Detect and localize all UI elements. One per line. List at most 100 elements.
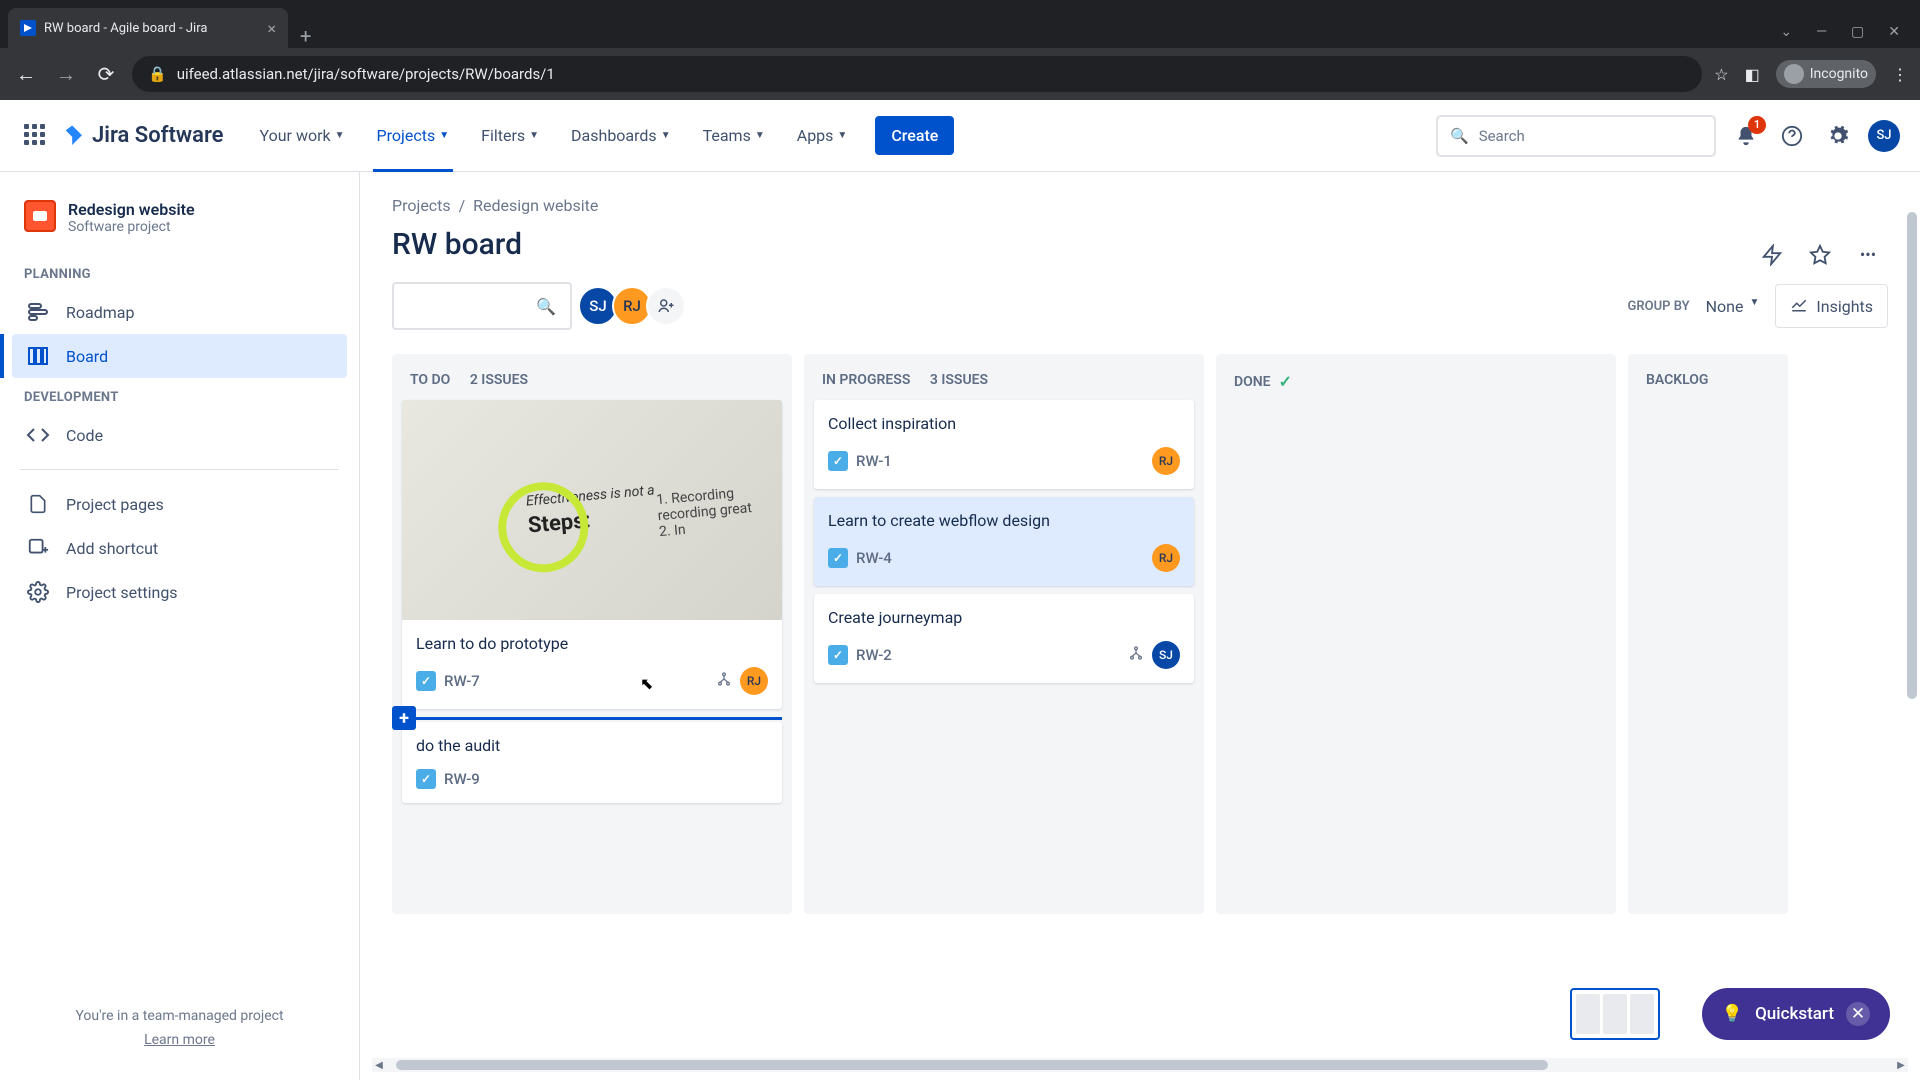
- roadmap-icon: [26, 300, 50, 324]
- card-rw-1[interactable]: Collect inspiration RW-1 RJ: [814, 400, 1194, 489]
- browser-menu-icon[interactable]: ⋮: [1892, 65, 1908, 84]
- sidebar-item-project-pages[interactable]: Project pages: [12, 482, 347, 526]
- chevron-down-icon: ▼: [661, 130, 671, 141]
- group-by-select[interactable]: None▼: [1706, 297, 1760, 316]
- add-member-button[interactable]: [646, 286, 686, 326]
- window-controls: ⌄ ― ▢ ✕: [1780, 24, 1920, 48]
- forward-icon: →: [52, 62, 80, 87]
- search-input[interactable]: 🔍 Search: [1436, 115, 1716, 157]
- drop-indicator[interactable]: [402, 717, 782, 720]
- column-backlog[interactable]: BACKLOG: [1628, 354, 1788, 914]
- assignee-avatar[interactable]: SJ: [1152, 641, 1180, 669]
- card-title: Create journeymap: [828, 608, 1180, 627]
- close-icon[interactable]: ✕: [1846, 1002, 1870, 1026]
- sidebar-item-roadmap[interactable]: Roadmap: [12, 290, 347, 334]
- bookmark-icon[interactable]: ☆: [1714, 65, 1728, 84]
- assignee-avatar[interactable]: RJ: [740, 667, 768, 695]
- notifications-icon[interactable]: 1: [1730, 120, 1762, 152]
- chevron-down-icon: ▼: [439, 130, 449, 141]
- vertical-scrollbar[interactable]: [1904, 172, 1920, 1058]
- column-header: BACKLOG: [1638, 368, 1778, 400]
- assignee-avatar[interactable]: RJ: [1152, 544, 1180, 572]
- back-icon[interactable]: ←: [12, 62, 40, 87]
- column-header: IN PROGRESS 3 ISSUES: [814, 368, 1194, 400]
- browser-tab[interactable]: RW board - Agile board - Jira ×: [8, 8, 288, 48]
- help-icon[interactable]: [1776, 120, 1808, 152]
- user-avatar[interactable]: SJ: [1868, 120, 1900, 152]
- card-rw-9[interactable]: do the audit RW-9: [402, 722, 782, 803]
- chevron-down-icon: ▼: [529, 130, 539, 141]
- code-icon: [26, 423, 50, 447]
- chart-icon: [1790, 295, 1808, 317]
- browser-tab-strip: RW board - Agile board - Jira × + ⌄ ― ▢ …: [0, 0, 1920, 48]
- column-todo[interactable]: TO DO 2 ISSUES Effectiveness is not a St…: [392, 354, 792, 914]
- breadcrumb-project[interactable]: Redesign website: [473, 196, 598, 215]
- maximize-icon[interactable]: ▢: [1851, 24, 1864, 40]
- sidebar-item-project-settings[interactable]: Project settings: [12, 570, 347, 614]
- project-name: Redesign website: [68, 200, 195, 219]
- sidebar-footer: You're in a team-managed project Learn m…: [12, 988, 347, 1068]
- nav-your-work[interactable]: Your work▼: [248, 100, 357, 172]
- create-button[interactable]: Create: [875, 116, 954, 155]
- nav-teams[interactable]: Teams▼: [691, 100, 777, 172]
- board-search-input[interactable]: 🔍: [392, 282, 572, 330]
- card-title: do the audit: [416, 736, 768, 755]
- insights-button[interactable]: Insights: [1775, 284, 1888, 328]
- learn-more-link[interactable]: Learn more: [32, 1032, 327, 1048]
- extensions-icon[interactable]: ◧: [1745, 65, 1760, 84]
- new-tab-button[interactable]: +: [288, 24, 323, 48]
- gear-icon: [26, 580, 50, 604]
- child-issues-icon: [1128, 645, 1144, 665]
- jira-logo[interactable]: Jira Software: [60, 123, 224, 149]
- automation-icon[interactable]: [1752, 235, 1792, 275]
- incognito-badge[interactable]: Incognito: [1776, 60, 1876, 88]
- app-switcher-icon[interactable]: [20, 120, 52, 152]
- card-key: RW-2: [856, 646, 892, 664]
- board-icon: [26, 344, 50, 368]
- breadcrumb-projects[interactable]: Projects: [392, 196, 451, 215]
- column-done[interactable]: DONE✓: [1216, 354, 1616, 914]
- search-placeholder: Search: [1479, 127, 1525, 145]
- sidebar-item-board[interactable]: Board: [12, 334, 347, 378]
- close-tab-icon[interactable]: ×: [267, 19, 276, 38]
- board-toolbar: 🔍 SJ RJ GROUP BY None▼ Insights: [392, 282, 1888, 330]
- sidebar-divider: [20, 469, 339, 470]
- task-type-icon: [828, 548, 848, 568]
- chevron-down-icon: ▼: [755, 130, 765, 141]
- minimize-icon[interactable]: ―: [1816, 24, 1827, 40]
- chevron-down-icon: ▼: [335, 130, 345, 141]
- board-minimap[interactable]: [1570, 988, 1660, 1040]
- lightbulb-icon: 💡: [1722, 1004, 1743, 1024]
- sidebar-item-add-shortcut[interactable]: Add shortcut: [12, 526, 347, 570]
- browser-toolbar: ← → ⟳ 🔒 uifeed.atlassian.net/jira/softwa…: [0, 48, 1920, 100]
- nav-apps[interactable]: Apps▼: [785, 100, 860, 172]
- card-rw-7[interactable]: Effectiveness is not a Steps: 1. Recordi…: [402, 400, 782, 709]
- card-rw-2[interactable]: Create journeymap RW-2 SJ: [814, 594, 1194, 683]
- card-key: RW-7: [444, 672, 480, 690]
- tab-search-icon[interactable]: ⌄: [1780, 24, 1792, 40]
- page-icon: [26, 492, 50, 516]
- nav-dashboards[interactable]: Dashboards▼: [559, 100, 683, 172]
- nav-filters[interactable]: Filters▼: [469, 100, 551, 172]
- child-issues-icon: [716, 671, 732, 691]
- card-rw-4[interactable]: Learn to create webflow design RW-4 RJ: [814, 497, 1194, 586]
- project-header[interactable]: Redesign website Software project: [12, 200, 347, 255]
- star-icon[interactable]: [1800, 235, 1840, 275]
- url-bar[interactable]: 🔒 uifeed.atlassian.net/jira/software/pro…: [132, 56, 1702, 92]
- chevron-down-icon: ▼: [837, 130, 847, 141]
- search-icon: 🔍: [1450, 127, 1469, 145]
- reload-icon[interactable]: ⟳: [92, 62, 120, 86]
- lock-icon: 🔒: [148, 65, 167, 83]
- assignee-avatar[interactable]: RJ: [1152, 447, 1180, 475]
- nav-projects[interactable]: Projects▼: [365, 100, 462, 172]
- more-icon[interactable]: •••: [1848, 235, 1888, 275]
- quickstart-button[interactable]: 💡 Quickstart ✕: [1702, 988, 1890, 1040]
- horizontal-scrollbar[interactable]: ◀▶: [372, 1058, 1908, 1072]
- column-header: DONE✓: [1226, 368, 1606, 403]
- breadcrumb: Projects / Redesign website: [392, 196, 1888, 215]
- sidebar-item-code[interactable]: Code: [12, 413, 347, 457]
- card-key: RW-4: [856, 549, 892, 567]
- settings-icon[interactable]: [1822, 120, 1854, 152]
- column-in-progress[interactable]: IN PROGRESS 3 ISSUES Collect inspiration…: [804, 354, 1204, 914]
- close-window-icon[interactable]: ✕: [1888, 24, 1900, 40]
